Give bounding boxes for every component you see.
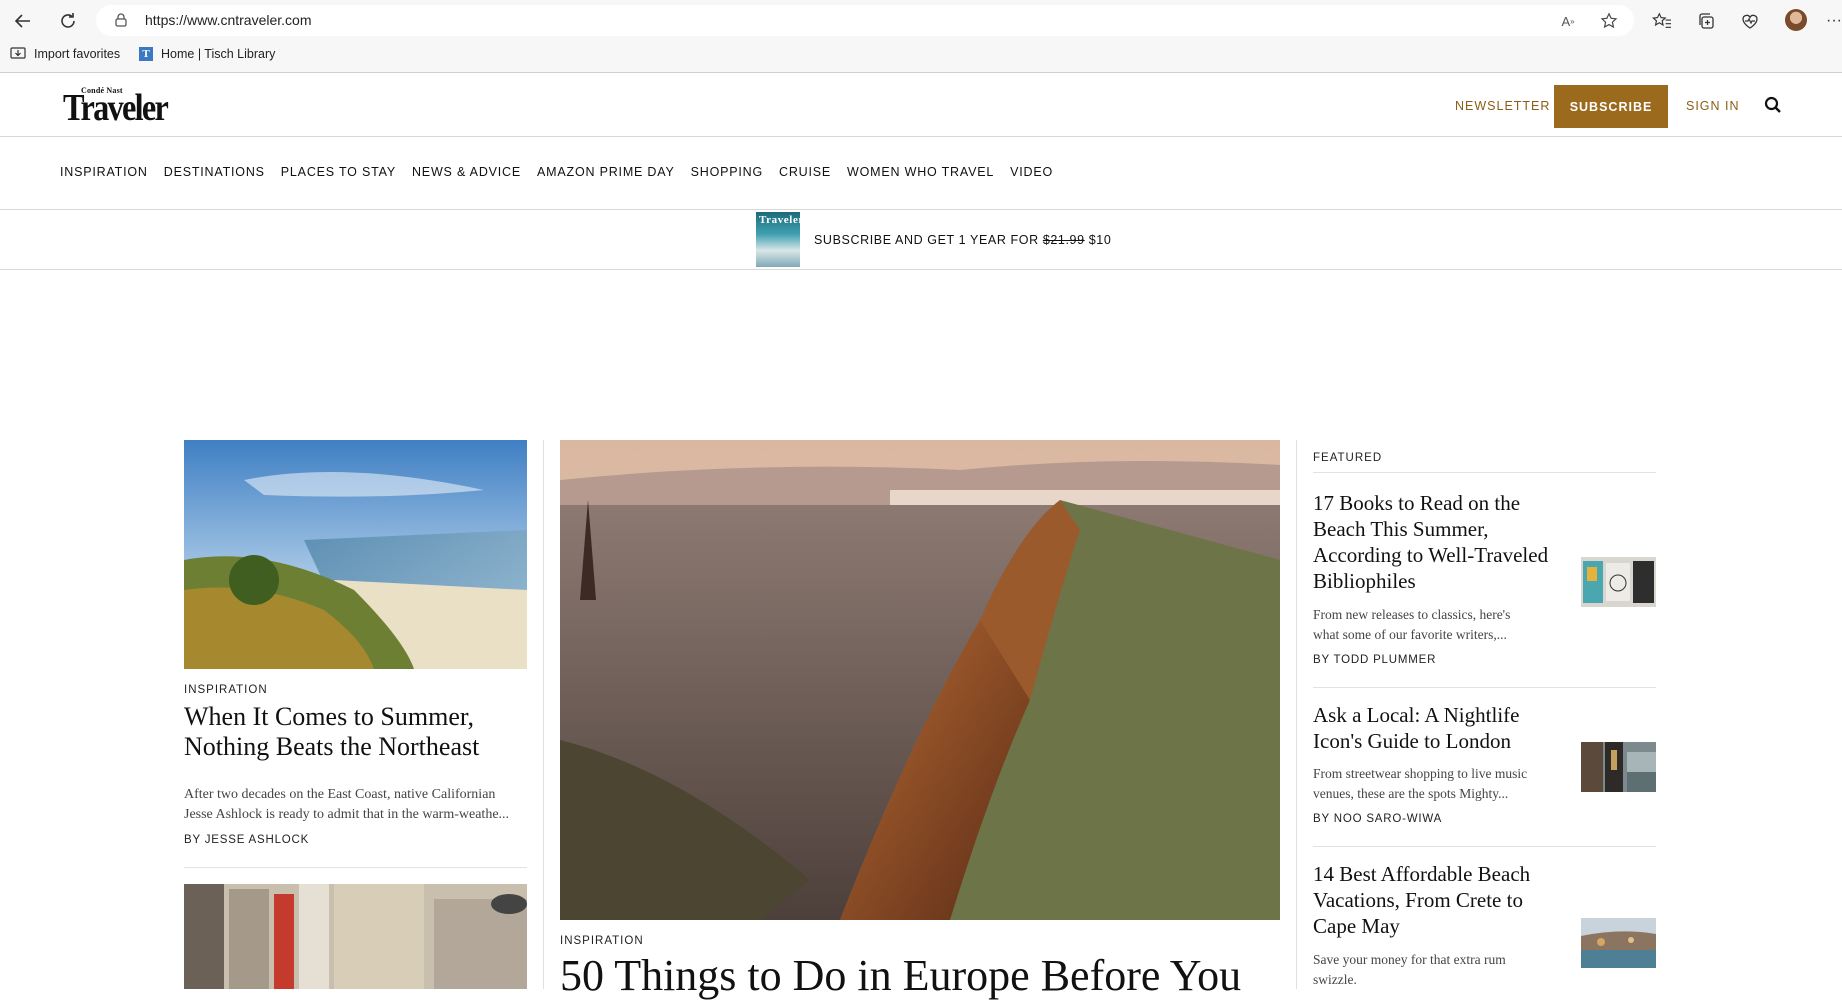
nav-item-cruise[interactable]: CRUISE [779,165,831,179]
featured-london-thumbnail[interactable] [1581,742,1656,792]
featured-item-dek: From new releases to classics, here's wh… [1313,605,1553,645]
left-story-rubric[interactable]: INSPIRATION [184,684,268,696]
edinburgh-hero-image[interactable] [560,440,1280,920]
left-story-headline[interactable]: When It Comes to Summer, Nothing Beats t… [184,702,524,762]
featured-headline-line: 14 Best Affordable Beach [1313,862,1531,886]
featured-column-divider [1296,440,1297,989]
featured-headline-line: Bibliophiles [1313,569,1416,593]
main-story-headline[interactable]: 50 Things to Do in Europe Before You [560,951,1280,1000]
tisch-library-icon: T [139,47,153,61]
left-story-divider [184,867,527,868]
magazine-cover-image: Traveler [756,212,803,267]
magazine-cover-title: Traveler [759,214,804,226]
featured-headline-line: According to Well-Traveled [1313,543,1549,567]
subscribe-button[interactable]: SUBSCRIBE [1554,85,1668,128]
featured-headline-line: 17 Books to Read on the [1313,491,1521,515]
main-story-rubric[interactable]: INSPIRATION [560,935,644,947]
more-menu-icon[interactable]: ··· [1826,10,1842,32]
import-favorites-item[interactable]: Import favorites [10,47,120,61]
url-text[interactable]: https://www.cntraveler.com [145,12,312,28]
import-favorites-icon [10,47,26,59]
featured-dek-line: From new releases to classics, here's [1313,607,1511,622]
lock-icon[interactable] [113,12,129,28]
tisch-library-label: Home | Tisch Library [161,47,276,61]
featured-label: FEATURED [1313,452,1383,464]
nav-item-shopping[interactable]: SHOPPING [691,165,763,179]
featured-headline-line: Beach This Summer, [1313,517,1489,541]
featured-dek-line: venues, these are the spots Mighty... [1313,786,1509,801]
nav-item-places-to-stay[interactable]: PLACES TO STAY [281,165,396,179]
featured-item-dek: Save your money for that extra rum swizz… [1313,950,1553,990]
left-story-dek: After two decades on the East Coast, nat… [184,785,524,825]
browser-essentials-icon[interactable] [1739,10,1761,32]
featured-dek-line: swizzle. [1313,972,1357,987]
featured-item-divider [1313,687,1656,688]
promo-old-price: $21.99 [1042,232,1085,247]
featured-dek-line: From streetwear shopping to live music [1313,766,1528,781]
promo-text-main: SUBSCRIBE AND GET 1 YEAR FOR [814,232,1043,247]
collections-icon[interactable] [1695,10,1717,32]
featured-headline-line: Ask a Local: A Nightlife [1313,703,1520,727]
left-story-dek-line: Jesse Ashlock is ready to admit that in … [184,807,510,822]
featured-headline-line: Vacations, From Crete to [1313,888,1523,912]
header-divider [0,136,1842,137]
featured-item-headline[interactable]: 17 Books to Read on the Beach This Summe… [1313,490,1553,594]
left-story-dek-line: After two decades on the East Coast, nat… [184,787,496,802]
tisch-library-item[interactable]: T Home | Tisch Library [139,47,275,61]
nav-item-news-advice[interactable]: NEWS & ADVICE [412,165,521,179]
northeast-beach-image[interactable] [184,440,527,669]
newsletter-link[interactable]: NEWSLETTER [1455,99,1550,113]
nav-item-video[interactable]: VIDEO [1010,165,1053,179]
favorites-bar [0,41,1842,73]
featured-headline-line: Icon's Guide to London [1313,729,1512,753]
featured-headline-line: Cape May [1313,914,1400,938]
featured-books-thumbnail[interactable] [1581,557,1656,607]
featured-item-byline[interactable]: BY NOO SARO-WIWA [1313,813,1442,825]
address-bar[interactable] [96,5,1634,36]
sign-in-link[interactable]: SIGN IN [1686,99,1740,113]
featured-beach-thumbnail[interactable] [1581,918,1656,968]
featured-item-byline[interactable]: BY TODD PLUMMER [1313,654,1436,666]
logo-big-text: Traveler [63,87,169,129]
favorites-icon[interactable] [1651,10,1673,32]
nav-item-women-who-travel[interactable]: WOMEN WHO TRAVEL [847,165,994,179]
featured-item-headline[interactable]: 14 Best Affordable Beach Vacations, From… [1313,861,1553,939]
search-icon[interactable] [1764,96,1782,119]
promo-text: SUBSCRIBE AND GET 1 YEAR FOR $21.99 $10 [814,233,1111,247]
nav-divider [0,209,1842,210]
column-divider [543,440,544,989]
featured-item-divider [1313,846,1656,847]
featured-item-dek: From streetwear shopping to live music v… [1313,764,1553,804]
read-aloud-icon[interactable]: A» [1558,11,1578,31]
left-second-story-image[interactable] [184,884,527,989]
refresh-icon[interactable] [55,8,81,34]
subscribe-promo[interactable]: Traveler SUBSCRIBE AND GET 1 YEAR FOR $2… [756,212,1111,267]
featured-dek-line: Save your money for that extra rum [1313,952,1506,967]
nav-item-inspiration[interactable]: INSPIRATION [60,165,148,179]
featured-item-headline[interactable]: Ask a Local: A Nightlife Icon's Guide to… [1313,702,1553,754]
featured-top-divider [1313,472,1656,473]
featured-dek-line: what some of our favorite writers,... [1313,627,1507,642]
back-icon[interactable] [10,8,36,34]
favorite-star-icon[interactable] [1598,10,1620,32]
main-nav: INSPIRATION DESTINATIONS PLACES TO STAY … [60,165,1053,179]
promo-divider [0,269,1842,270]
browser-toolbar: https://www.cntraveler.com A» ··· [0,0,1842,41]
nav-item-amazon-prime-day[interactable]: AMAZON PRIME DAY [537,165,675,179]
import-favorites-label: Import favorites [34,47,121,61]
left-story-byline[interactable]: BY JESSE ASHLOCK [184,834,309,846]
promo-new-price: $10 [1084,232,1112,247]
nav-item-destinations[interactable]: DESTINATIONS [164,165,265,179]
profile-avatar[interactable] [1785,9,1807,31]
